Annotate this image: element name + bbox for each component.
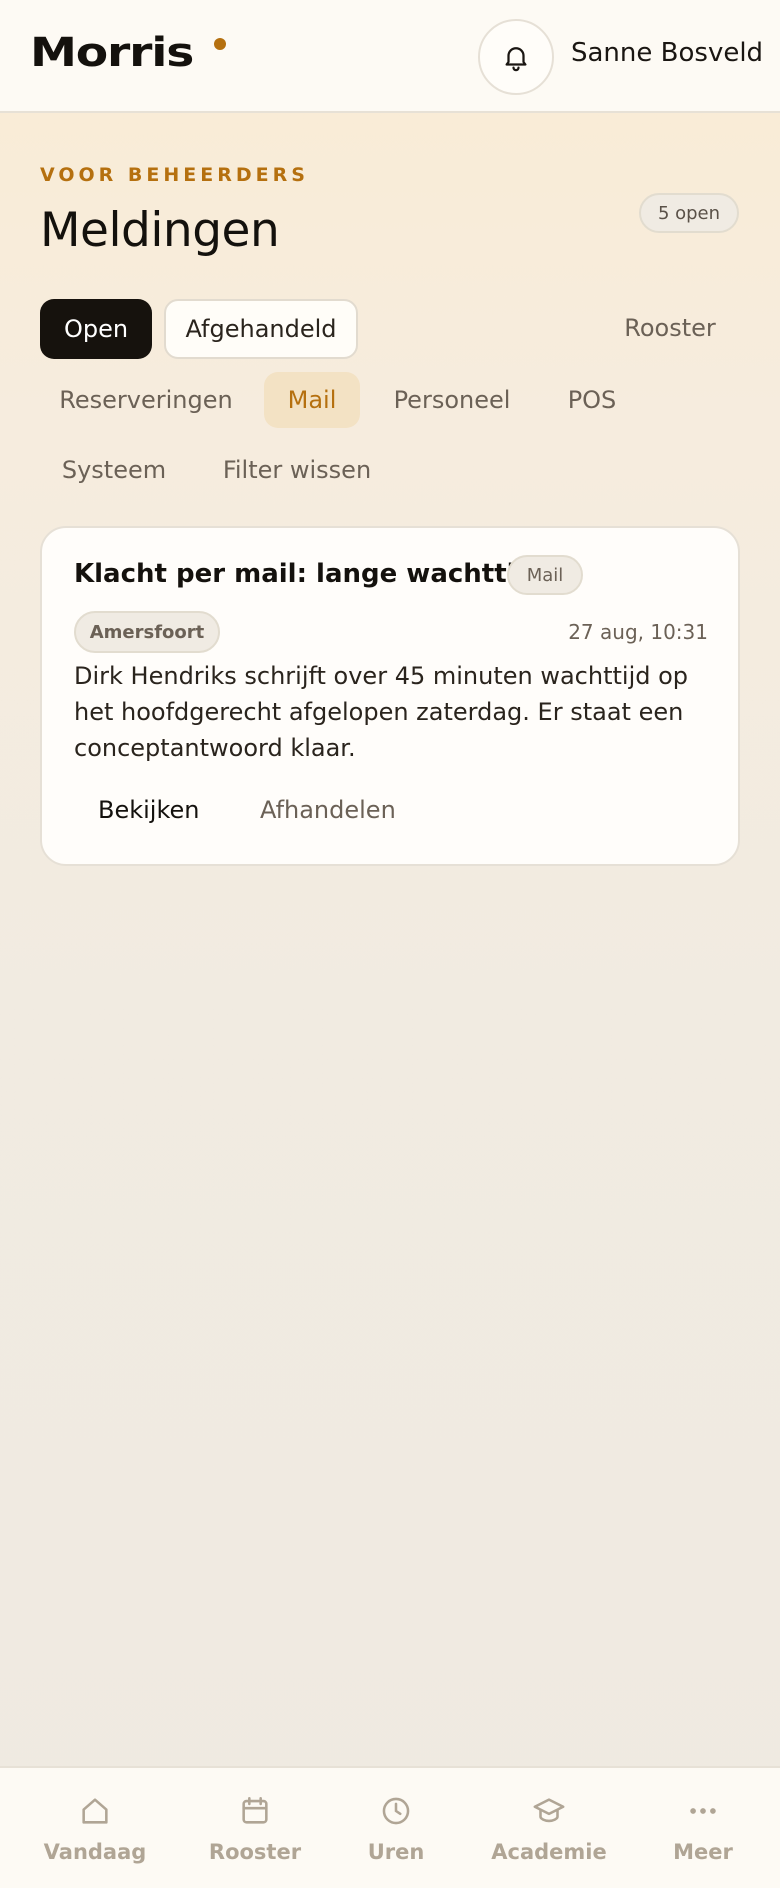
view-button[interactable]: Bekijken bbox=[98, 782, 199, 838]
filter-clear-button[interactable]: Filter wissen bbox=[200, 442, 394, 498]
nav-label: Vandaag bbox=[43, 1840, 147, 1864]
notification-card[interactable]: Klacht per mail: lange wachttijd Mail Am… bbox=[40, 526, 740, 866]
user-name[interactable]: Sanne Bosveld bbox=[571, 38, 763, 68]
nav-label: Meer bbox=[673, 1840, 733, 1864]
location-badge: Amersfoort bbox=[74, 611, 220, 653]
notification-body: Dirk Hendriks schrijft over 45 minuten w… bbox=[74, 662, 689, 762]
more-icon bbox=[690, 1808, 716, 1814]
nav-item-rooster[interactable]: Rooster bbox=[180, 1768, 330, 1888]
home-icon bbox=[82, 1798, 108, 1824]
section-eyebrow: VOOR BEHEERDERS bbox=[40, 164, 309, 186]
bell-icon bbox=[505, 47, 527, 72]
filter-rooster[interactable]: Rooster bbox=[605, 300, 735, 356]
graduation-cap-icon bbox=[533, 1798, 565, 1823]
page-title: Meldingen bbox=[40, 203, 280, 258]
app-header: Morris Sanne Bosveld bbox=[0, 0, 780, 113]
filter-personeel[interactable]: Personeel bbox=[372, 372, 532, 428]
filter-mail[interactable]: Mail bbox=[264, 372, 360, 428]
notifications-button[interactable] bbox=[478, 19, 554, 95]
morris-logo[interactable]: Morris bbox=[30, 30, 194, 76]
calendar-icon bbox=[242, 1796, 268, 1824]
filter-reserveringen[interactable]: Reserveringen bbox=[40, 372, 252, 428]
nav-label: Academie bbox=[491, 1840, 607, 1864]
nav-item-vandaag[interactable]: Vandaag bbox=[20, 1768, 170, 1888]
category-tag: Mail bbox=[507, 555, 583, 595]
tab-afgehandeld[interactable]: Afgehandeld bbox=[164, 299, 358, 359]
notification-title: Klacht per mail: lange wachttijd bbox=[74, 559, 544, 589]
nav-label: Uren bbox=[367, 1840, 425, 1864]
nav-label: Rooster bbox=[208, 1840, 302, 1864]
tab-open[interactable]: Open bbox=[40, 299, 152, 359]
bottom-nav: Vandaag Rooster Uren Academie Meer bbox=[0, 1766, 780, 1888]
notification-timestamp: 27 aug, 10:31 bbox=[568, 620, 708, 644]
filter-pos[interactable]: POS bbox=[544, 372, 640, 428]
nav-item-meer[interactable]: Meer bbox=[628, 1768, 778, 1888]
nav-item-academie[interactable]: Academie bbox=[474, 1768, 624, 1888]
open-count-badge: 5 open bbox=[639, 193, 739, 233]
filter-systeem[interactable]: Systeem bbox=[40, 442, 188, 498]
resolve-button[interactable]: Afhandelen bbox=[260, 782, 396, 838]
logo-dot bbox=[214, 38, 226, 50]
clock-icon bbox=[382, 1797, 410, 1825]
nav-item-uren[interactable]: Uren bbox=[321, 1768, 471, 1888]
